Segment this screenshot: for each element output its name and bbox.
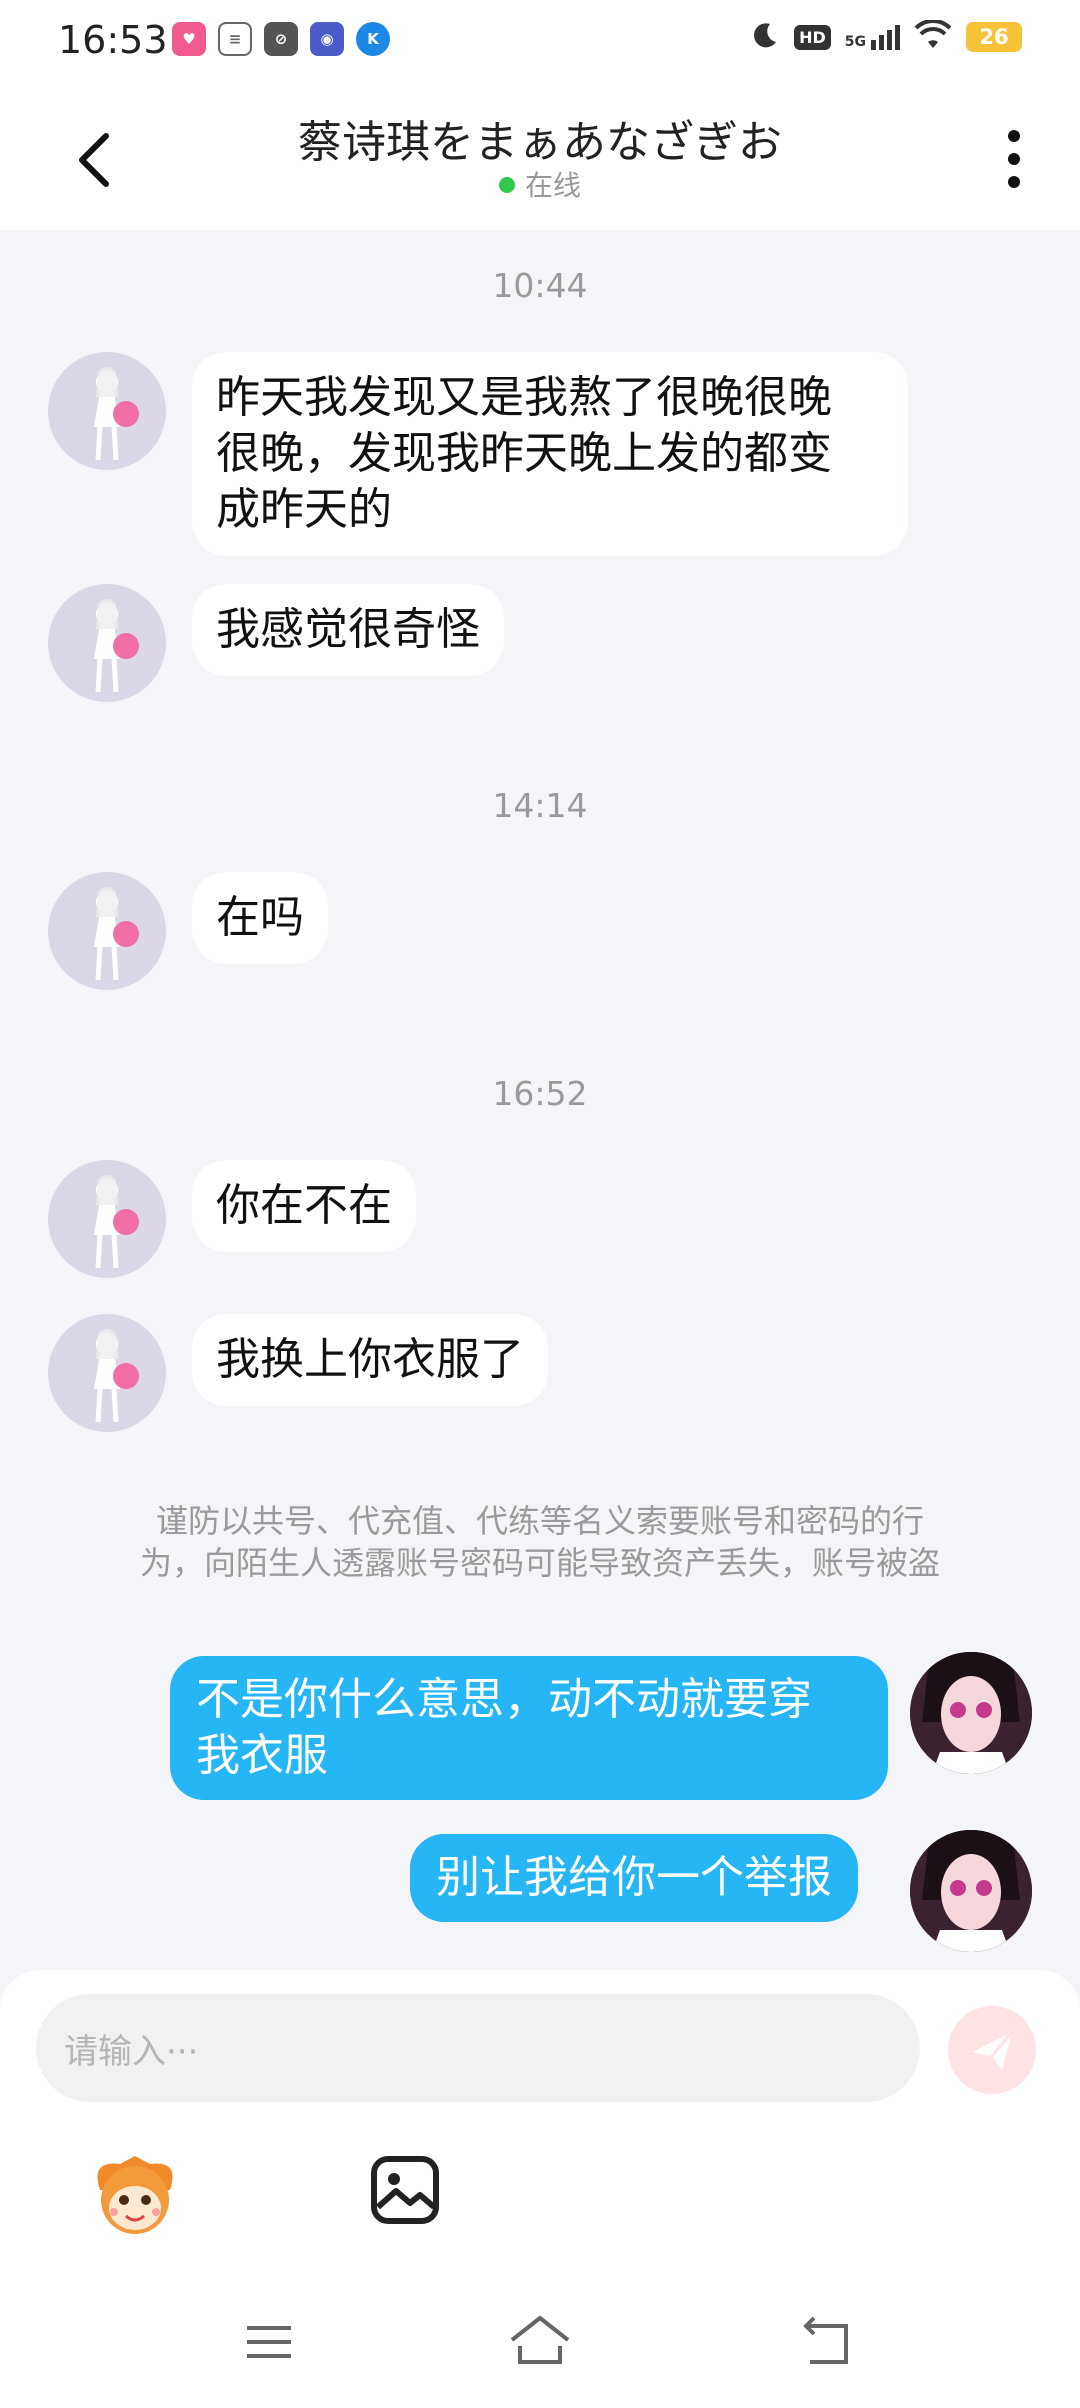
nav-menu-button[interactable] [245,2322,293,2362]
tieba-icon: ◉ [310,22,344,56]
link-icon: ⊘ [264,22,298,56]
nav-home-button[interactable] [508,2314,572,2366]
image-button[interactable] [370,2155,440,2225]
online-status: 在线 [0,164,1080,204]
my-avatar[interactable] [910,1652,1032,1774]
home-icon [510,2316,570,2364]
battery-icon: 26 [966,22,1022,52]
nav-back-icon [803,2316,848,2364]
timestamp: 16:52 [492,1074,588,1113]
hd-badge: HD [794,24,831,50]
app-notification-icon: ♥ [172,22,206,56]
status-right: HD 5G 26 [750,18,1022,54]
message-bubble[interactable]: 在吗 [192,872,328,964]
wifi-icon [914,18,952,54]
contact-avatar[interactable] [48,872,166,990]
timestamp: 14:14 [492,786,588,825]
chat-header: 蔡诗琪をまぁあなざぎお 在线 [0,84,1080,230]
send-button[interactable] [948,2006,1036,2094]
more-button[interactable] [996,124,1032,194]
sent-message-bubble[interactable]: 别让我给你一个举报 [410,1834,858,1922]
contact-avatar[interactable] [48,584,166,702]
document-icon: ≡ [218,22,252,56]
message-bubble[interactable]: 我换上你衣服了 [192,1314,548,1406]
emoji-button[interactable] [90,2150,180,2240]
message-bubble[interactable]: 昨天我发现又是我熬了很晚很晚 很晚，发现我昨天晚上发的都变 成昨天的 [192,352,908,556]
emoji-icon [97,2156,173,2234]
menu-icon [247,2326,291,2358]
signal-icon: 5G [845,24,900,50]
message-input[interactable]: 请输入··· [36,1994,920,2102]
contact-avatar[interactable] [48,352,166,470]
contact-avatar[interactable] [48,1160,166,1278]
status-app-icons: ♥ ≡ ⊘ ◉ K [172,22,390,56]
status-bar: 16:53 ♥ ≡ ⊘ ◉ K HD 5G 26 [0,0,1080,84]
my-avatar[interactable] [910,1830,1032,1952]
security-warning: 谨防以共号、代充值、代练等名义索要账号和密码的行 为，向陌生人透露账号密码可能导… [139,1502,940,1582]
online-dot-icon [498,177,515,193]
message-bubble[interactable]: 我感觉很奇怪 [192,584,504,676]
send-icon [972,2031,1014,2070]
message-bubble[interactable]: 你在不在 [192,1160,416,1252]
contact-avatar[interactable] [48,1314,166,1432]
sent-message-bubble[interactable]: 不是你什么意思，动不动就要穿 我衣服 [170,1656,888,1800]
input-placeholder: 请输入··· [64,2032,199,2072]
k-app-icon: K [356,22,390,56]
contact-name: 蔡诗琪をまぁあなざぎお [298,117,782,168]
nav-back-button[interactable] [800,2316,852,2366]
timestamp: 10:44 [492,266,588,305]
image-icon [371,2156,439,2224]
status-time: 16:53 [58,18,168,62]
moon-icon [750,20,780,54]
more-icon [1008,130,1020,188]
